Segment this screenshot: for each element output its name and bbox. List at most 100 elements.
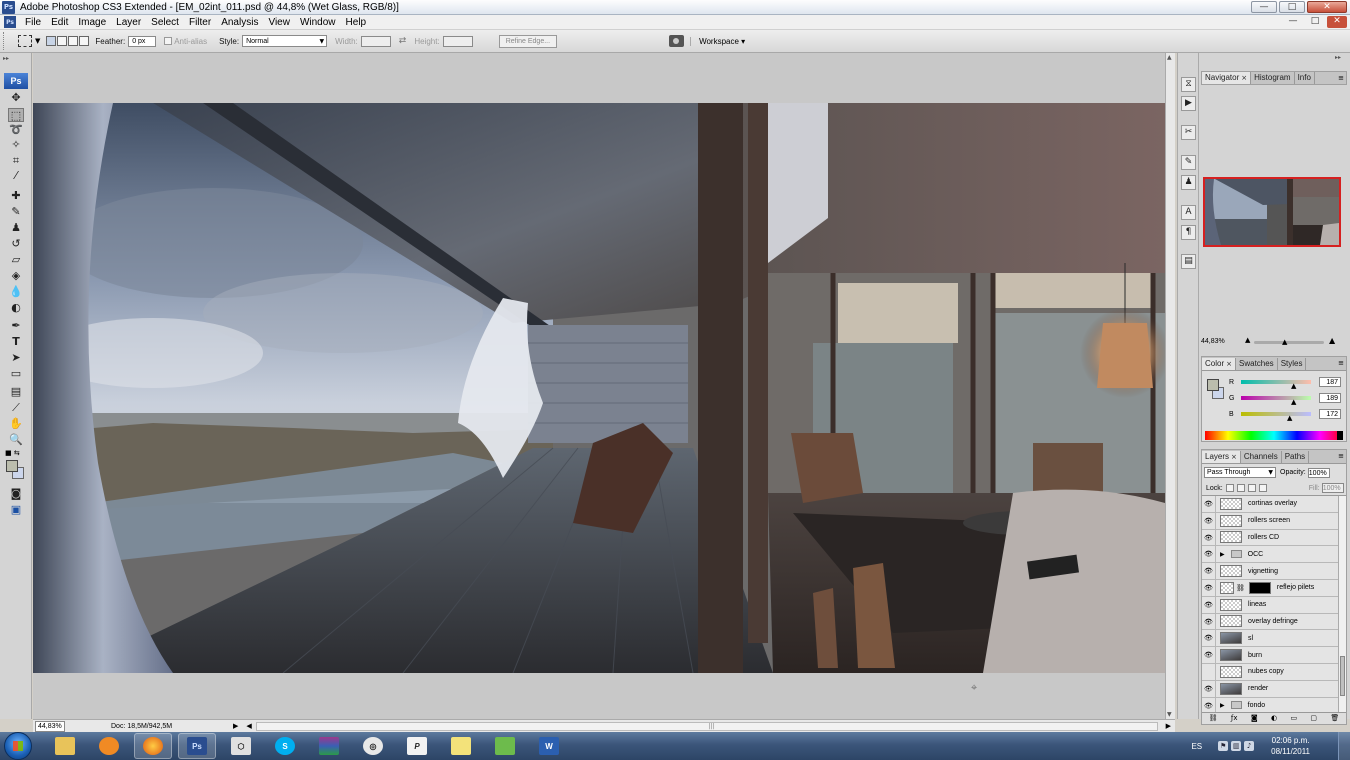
layer-row[interactable]: 👁 rollers CD — [1202, 529, 1338, 547]
menu-filter[interactable]: Filter — [184, 17, 216, 28]
layers-scroll-thumb[interactable] — [1340, 656, 1345, 696]
tool-preset-marquee-icon[interactable] — [18, 35, 32, 47]
expand-triangle-icon[interactable]: ▶ — [1220, 702, 1225, 709]
layers-menu-icon[interactable]: ≡ — [1338, 452, 1344, 460]
doc-minimize-button[interactable]: — — [1283, 16, 1303, 28]
height-input[interactable] — [442, 35, 473, 47]
lock-position-icon[interactable] — [1247, 484, 1256, 492]
shape-tool-icon[interactable]: ▭ — [8, 367, 24, 381]
antialias-checkbox[interactable] — [164, 37, 173, 45]
vertical-scrollbar[interactable]: ▲ ▼ — [1165, 53, 1175, 719]
new-layer-icon[interactable]: ▢ — [1310, 714, 1317, 722]
menu-analysis[interactable]: Analysis — [216, 17, 263, 28]
history-panel-icon[interactable]: ⧖ — [1181, 77, 1196, 92]
brush-tool-icon[interactable]: ✎ — [8, 205, 24, 219]
ps-logo[interactable]: Ps — [4, 73, 28, 89]
scroll-right-icon[interactable]: ▶ — [1166, 722, 1171, 730]
color-foreground-swatch[interactable] — [1207, 379, 1219, 391]
taskbar-sketchup[interactable]: ⬡ — [222, 733, 260, 759]
bridge-icon[interactable] — [669, 35, 685, 47]
add-selection-icon[interactable] — [57, 36, 68, 46]
eye-icon[interactable]: 👁 — [1202, 563, 1216, 579]
layer-group-row[interactable]: 👁 ▶ fondo — [1202, 697, 1338, 712]
healing-brush-tool-icon[interactable]: ✚ — [8, 189, 24, 203]
green-knob-icon[interactable]: ▲ — [1291, 398, 1296, 406]
foreground-color-swatch[interactable] — [6, 460, 18, 472]
actions-panel-icon[interactable]: ▶ — [1181, 96, 1196, 111]
eye-icon[interactable]: 👁 — [1202, 529, 1216, 546]
action-center-icon[interactable]: ⚑ — [1218, 741, 1229, 751]
default-colors-icon[interactable]: ■ ⇆ — [5, 449, 20, 457]
green-slider[interactable]: ▲ — [1241, 396, 1311, 406]
character-panel-icon[interactable]: A — [1181, 205, 1196, 220]
intersect-selection-icon[interactable] — [79, 36, 90, 46]
taskbar-photoshop[interactable]: Ps — [178, 733, 216, 759]
menu-image[interactable]: Image — [73, 17, 111, 28]
tool-presets-icon[interactable]: ✂ — [1181, 125, 1196, 140]
eye-icon[interactable]: 👁 — [1202, 697, 1216, 712]
subtract-selection-icon[interactable] — [68, 36, 79, 46]
clone-source-icon[interactable]: ♟ — [1181, 175, 1196, 190]
zoom-slider-knob-icon[interactable]: ▲ — [1282, 338, 1287, 346]
status-menu-icon[interactable]: ▶ — [233, 722, 238, 730]
red-knob-icon[interactable]: ▲ — [1291, 382, 1296, 390]
fill-field[interactable]: 100% — [1321, 483, 1344, 493]
taskbar-firefox[interactable] — [134, 733, 172, 759]
color-spectrum[interactable] — [1205, 431, 1343, 440]
new-group-icon[interactable]: ▭ — [1290, 714, 1297, 722]
path-selection-tool-icon[interactable]: ➤ — [8, 351, 24, 365]
tool-preset-dropdown-icon[interactable]: ▼ — [35, 37, 40, 45]
clone-stamp-tool-icon[interactable]: ♟ — [8, 221, 24, 235]
start-button[interactable] — [4, 732, 32, 760]
scroll-up-icon[interactable]: ▲ — [1167, 54, 1172, 61]
eye-icon[interactable]: 👁 — [1202, 596, 1216, 613]
magic-wand-tool-icon[interactable]: ✧ — [8, 138, 24, 152]
panels-collapse-icon[interactable]: ▸▸ — [1335, 54, 1341, 61]
taskbar-winrar[interactable] — [310, 733, 348, 759]
workspace-menu[interactable]: Workspace ▾ — [690, 36, 745, 46]
zoom-tool-icon[interactable]: 🔍 — [8, 433, 24, 447]
history-brush-tool-icon[interactable]: ↺ — [8, 237, 24, 251]
blue-value[interactable]: 172 — [1319, 409, 1341, 419]
blur-tool-icon[interactable]: 💧 — [8, 285, 24, 299]
paint-bucket-tool-icon[interactable]: ◈ — [8, 269, 24, 283]
layer-row[interactable]: 👁 overlay defringe — [1202, 613, 1338, 631]
taskbar-3ds-max[interactable]: ◎ — [354, 733, 392, 759]
eye-icon[interactable]: 👁 — [1202, 496, 1216, 512]
lasso-tool-icon[interactable]: ➰ — [8, 123, 24, 137]
lock-transparency-icon[interactable] — [1225, 484, 1234, 492]
style-select[interactable]: Normal — [242, 35, 328, 47]
layers-scrollbar[interactable] — [1338, 496, 1346, 712]
horizontal-scrollbar[interactable]: ||| — [255, 721, 1158, 731]
layer-group-row[interactable]: 👁 ▶ OCC — [1202, 546, 1338, 564]
minimize-button[interactable]: — — [1251, 1, 1277, 13]
width-input[interactable] — [360, 35, 391, 47]
taskbar-explorer[interactable] — [46, 733, 84, 759]
layer-row[interactable]: 👁 sl — [1202, 630, 1338, 648]
clock[interactable]: 02:06 p.m. 08/11/2011 — [1271, 735, 1310, 757]
opacity-field[interactable]: 100% — [1307, 467, 1330, 478]
delete-layer-icon[interactable]: 🗑 — [1330, 714, 1339, 722]
layer-row[interactable]: 👁 lineas — [1202, 596, 1338, 614]
eye-icon[interactable]: 👁 — [1202, 579, 1216, 596]
color-menu-icon[interactable]: ≡ — [1338, 359, 1344, 367]
taskbar-skype[interactable]: S — [266, 733, 304, 759]
hand-tool-icon[interactable]: ✋ — [8, 417, 24, 431]
zoom-in-icon[interactable]: ▲ — [1329, 336, 1335, 345]
paragraph-panel-icon[interactable]: ¶ — [1181, 225, 1196, 240]
show-desktop-button[interactable] — [1338, 732, 1350, 760]
blue-slider[interactable]: ▲ — [1241, 412, 1311, 422]
move-tool-icon[interactable]: ✥ — [8, 91, 24, 105]
screen-mode-icon[interactable]: ▣ — [8, 503, 24, 517]
layer-row[interactable]: 👁 rollers screen — [1202, 512, 1338, 530]
red-value[interactable]: 187 — [1319, 377, 1341, 387]
taskbar-sticky-notes[interactable] — [442, 733, 480, 759]
green-value[interactable]: 189 — [1319, 393, 1341, 403]
eraser-tool-icon[interactable]: ▱ — [8, 253, 24, 267]
tab-channels[interactable]: Channels — [1241, 451, 1282, 463]
layer-row[interactable]: 👁 vignetting — [1202, 563, 1338, 580]
toolbox-collapse-icon[interactable]: ▸▸ — [0, 53, 32, 71]
maximize-button[interactable]: □ — [1279, 1, 1305, 13]
eyedropper-tool-icon[interactable]: ⟋ — [8, 401, 24, 415]
pen-tool-icon[interactable]: ✒ — [8, 319, 24, 333]
